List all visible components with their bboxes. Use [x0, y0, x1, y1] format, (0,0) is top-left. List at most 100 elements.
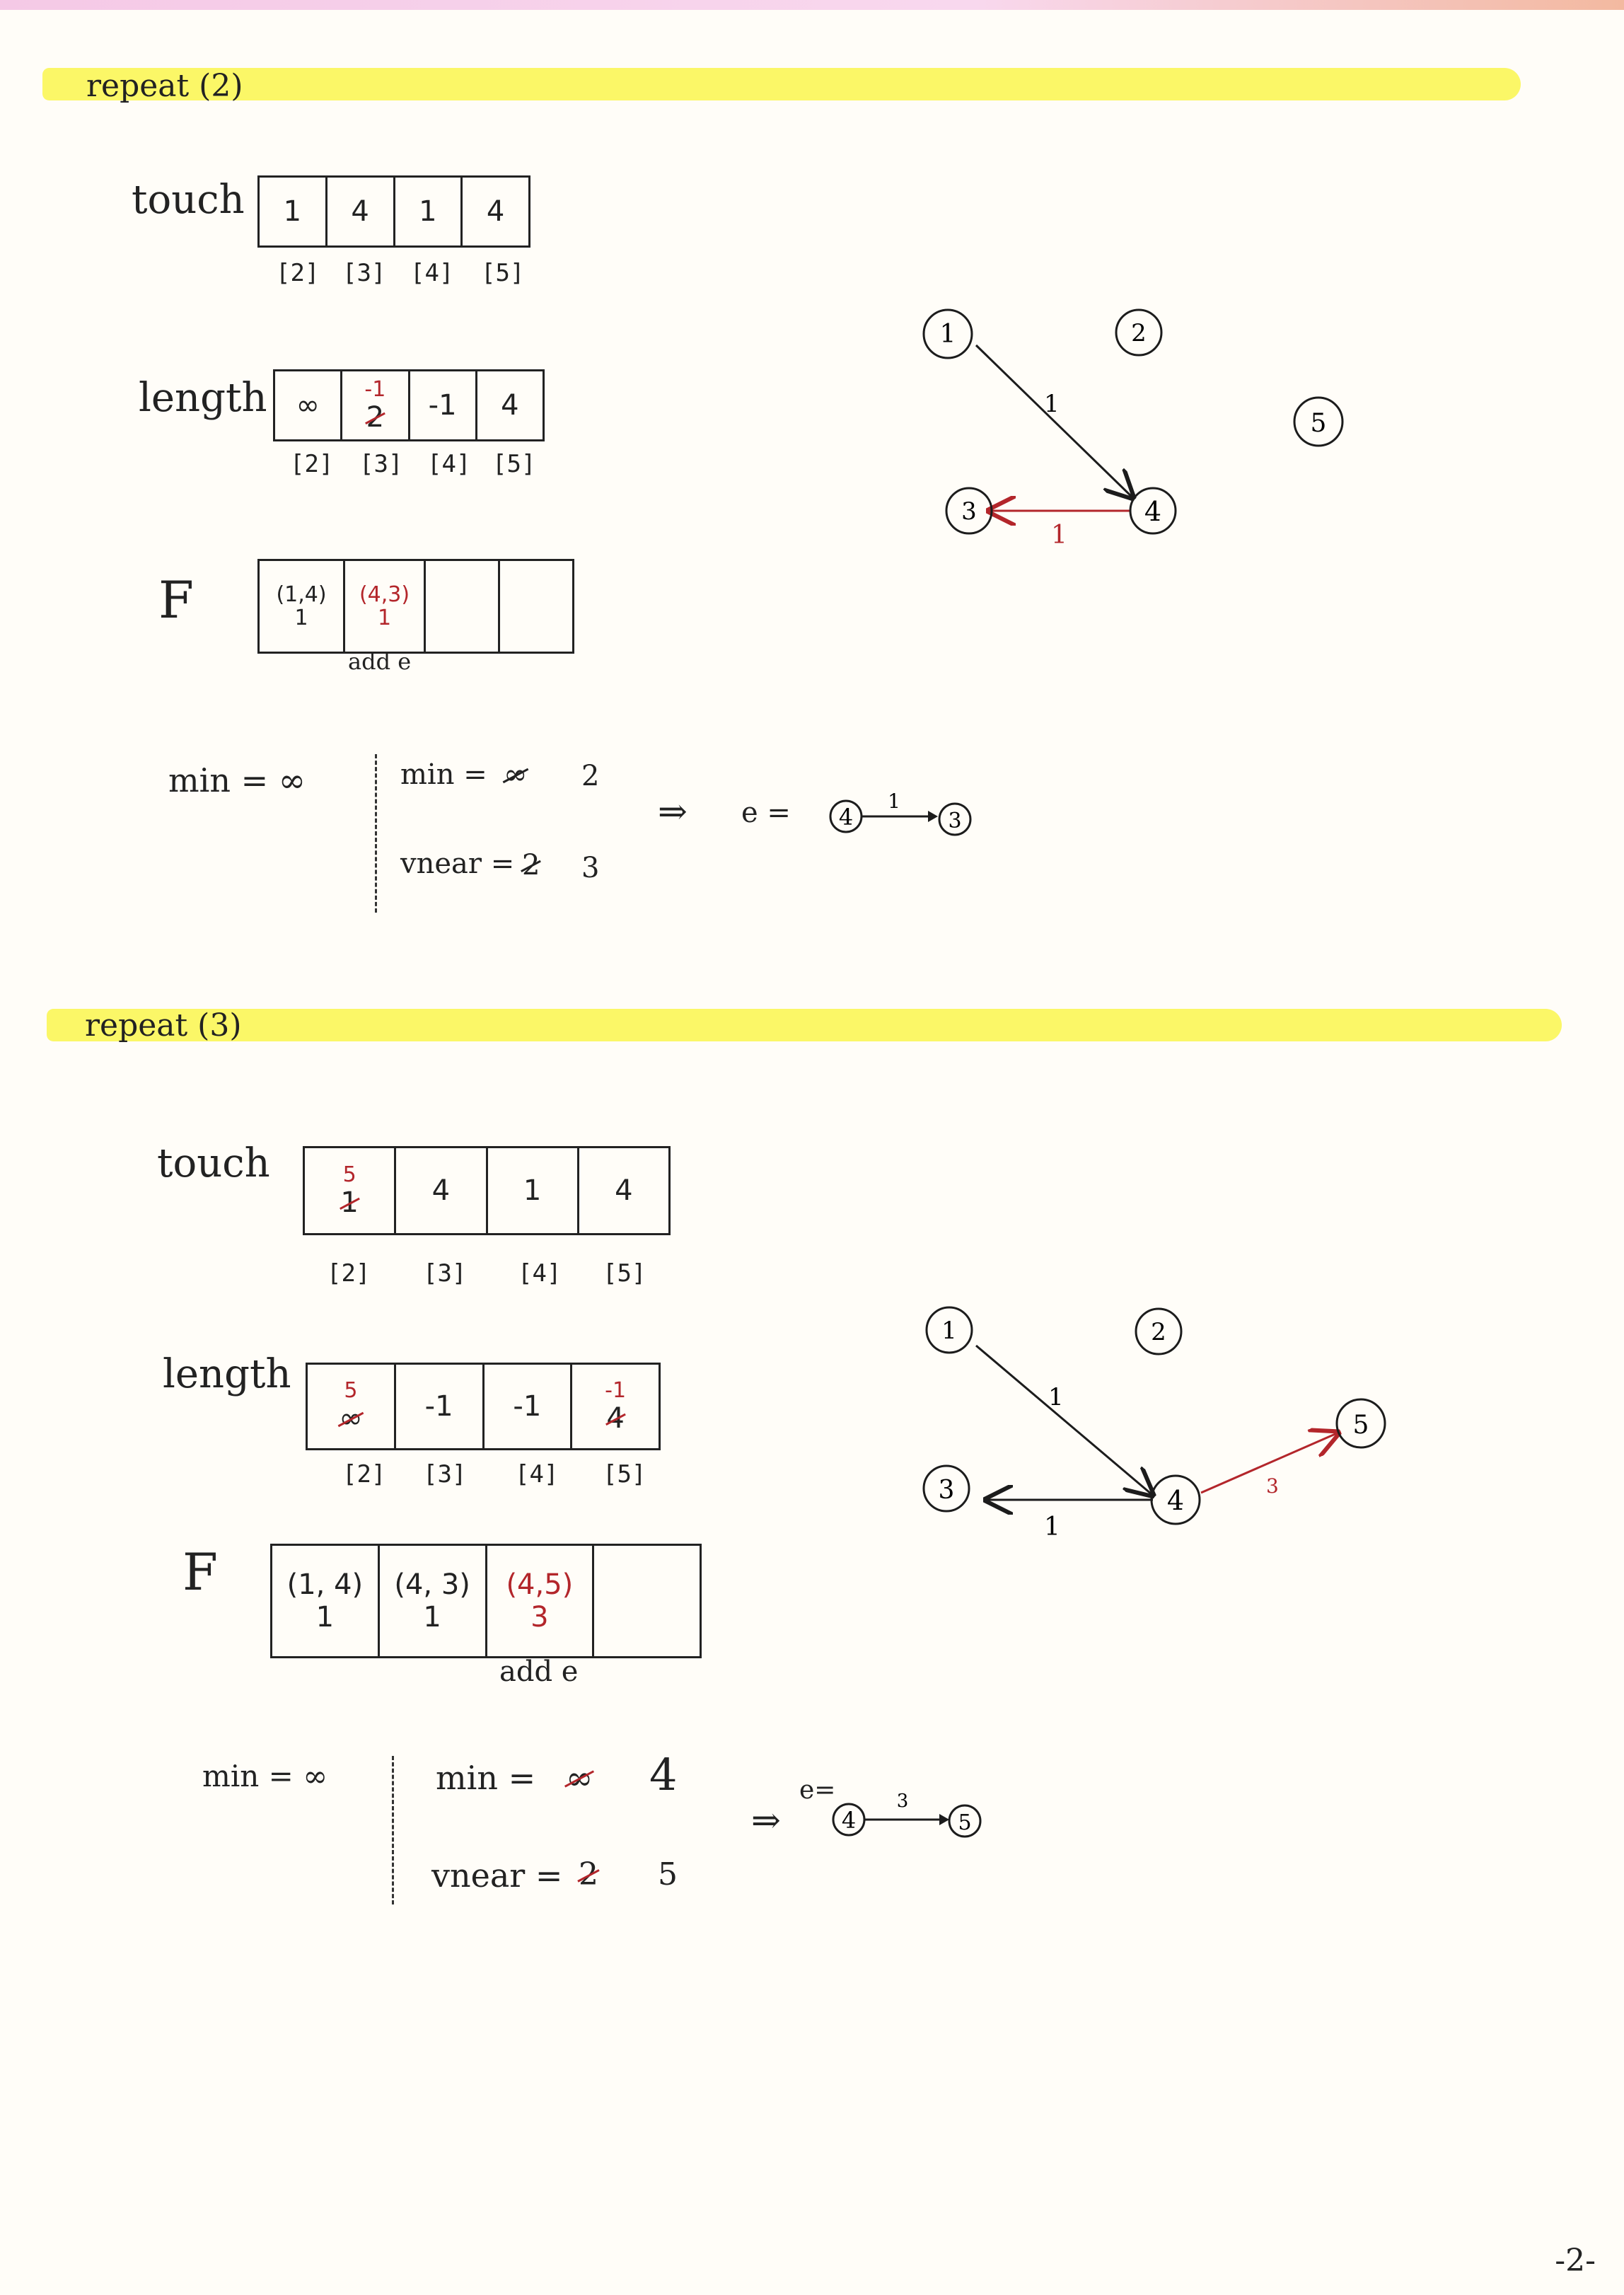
touch-cell: 4	[576, 1148, 668, 1233]
edge-1-4-weight: 1	[1044, 390, 1060, 418]
length-label: length	[163, 1351, 291, 1397]
length-index: [5]	[492, 450, 536, 478]
min-initial: min = ∞	[168, 761, 306, 799]
touch-label: touch	[157, 1140, 270, 1186]
node-label: 3	[961, 497, 977, 526]
f-weight: 1	[294, 606, 308, 630]
section-title: repeat (2)	[86, 68, 243, 104]
f-cell: (4,3) 1	[343, 561, 424, 652]
arrow-head	[939, 1814, 949, 1825]
f-weight: 1	[423, 1601, 441, 1634]
touch-label: touch	[132, 177, 245, 223]
arrow-head	[928, 811, 938, 822]
f-cell: (1, 4) 1	[272, 1546, 378, 1656]
node-label: 4	[1144, 496, 1161, 527]
f-edge: (1, 4)	[286, 1568, 364, 1601]
touch-index: [5]	[603, 1259, 646, 1288]
f-note: add e	[499, 1655, 579, 1688]
section-highlight	[47, 1009, 1562, 1041]
mst-graph: 1 1 1 2 3 4 5	[922, 308, 1344, 550]
edge-4-3-weight: 1	[1051, 521, 1067, 550]
touch-index: [4]	[518, 1259, 562, 1288]
min-new-value: 2	[581, 760, 600, 792]
f-label: F	[182, 1542, 218, 1602]
touch-new-value: 5	[342, 1162, 356, 1187]
length-array: 5 ∞ -1 -1 -1 4	[306, 1363, 661, 1450]
implies-arrow: ⇒	[751, 1800, 781, 1841]
min-old-value: ∞	[566, 1759, 593, 1797]
vnear-new-value: 5	[658, 1856, 678, 1892]
touch-index: [2]	[276, 259, 320, 287]
f-edge: (4,5)	[506, 1568, 574, 1601]
f-label: F	[158, 570, 194, 630]
node-label: 3	[939, 1476, 955, 1505]
selected-edge-diagram: 4 3 5	[832, 1791, 982, 1838]
edge-1-4	[975, 344, 1132, 497]
touch-index: [5]	[481, 259, 525, 287]
length-cell: -1 4	[570, 1365, 659, 1448]
vnear-label: vnear =	[431, 1856, 563, 1895]
touch-cell: 4	[325, 178, 393, 245]
mst-graph: 1 1 3 1 2 3 4 5	[922, 1306, 1386, 1542]
length-index: [3]	[423, 1460, 467, 1488]
length-index: [3]	[359, 450, 403, 478]
length-cell: -1	[407, 371, 475, 439]
edge-to-label: 5	[958, 1810, 971, 1835]
edge-from-label: 4	[842, 1807, 856, 1834]
length-cell: 4	[475, 371, 543, 439]
touch-index: [2]	[327, 1259, 371, 1288]
node-label: 2	[1131, 319, 1147, 347]
f-weight: 1	[377, 606, 392, 630]
edge-4-3-weight: 1	[1044, 1513, 1060, 1542]
f-cell-empty	[424, 561, 498, 652]
page-number: -2-	[1555, 2243, 1596, 2279]
min-old-value: ∞	[504, 758, 528, 791]
length-new-value: -1	[364, 376, 386, 402]
f-array: (1,4) 1 (4,3) 1	[257, 559, 574, 654]
f-cell-empty	[592, 1546, 700, 1656]
touch-cell: 5 1	[305, 1148, 394, 1233]
touch-array: 1 4 1 4	[257, 175, 530, 248]
edge-weight: 3	[897, 1791, 909, 1812]
f-edge: (1,4)	[276, 582, 327, 607]
length-cell: ∞	[296, 389, 320, 422]
length-old-value: 2	[366, 400, 385, 434]
implies-arrow: ⇒	[658, 791, 688, 832]
edge-label: e =	[741, 797, 791, 829]
section-highlight	[42, 68, 1521, 100]
touch-array: 5 1 4 1 4	[303, 1146, 671, 1235]
length-old-value: 4	[606, 1401, 625, 1435]
edge-4-5-weight: 3	[1266, 1474, 1279, 1498]
f-cell: (4,5) 3	[485, 1546, 593, 1656]
vnear-old-value: 2	[522, 849, 540, 881]
min-label: min =	[400, 758, 487, 791]
touch-index: [4]	[410, 259, 454, 287]
node-label: 4	[1167, 1485, 1184, 1516]
length-cell: -1 2	[340, 371, 407, 439]
node-label: 1	[941, 1317, 957, 1345]
length-index: [2]	[290, 450, 334, 478]
f-edge: (4, 3)	[394, 1568, 470, 1601]
length-old-value: ∞	[339, 1401, 363, 1435]
vnear-old-value: 2	[579, 1856, 598, 1892]
touch-cell: 1	[485, 1148, 577, 1233]
length-cell: 5 ∞	[308, 1365, 394, 1448]
f-cell: (1,4) 1	[260, 561, 343, 652]
touch-cell: 4	[394, 1148, 485, 1233]
min-initial: min = ∞	[202, 1759, 328, 1793]
length-index: [4]	[515, 1460, 559, 1488]
min-label: min =	[436, 1759, 536, 1797]
vnear-label: vnear =	[400, 848, 515, 880]
repeat-3-section: repeat (3) touch 5 1 4 1 4 [2] [3] [4] […	[0, 976, 1624, 2108]
f-weight: 3	[530, 1601, 549, 1634]
node-label: 2	[1151, 1318, 1166, 1346]
touch-cell: 4	[460, 178, 528, 245]
node-label: 5	[1311, 409, 1327, 438]
length-array: ∞ -1 2 -1 4	[273, 369, 545, 441]
length-index: [5]	[603, 1460, 646, 1488]
touch-cell: 1	[283, 195, 302, 228]
touch-index: [3]	[423, 1259, 467, 1288]
edge-to-label: 3	[948, 809, 961, 833]
length-cell: -1	[393, 1365, 482, 1448]
section-title: repeat (3)	[85, 1007, 242, 1044]
